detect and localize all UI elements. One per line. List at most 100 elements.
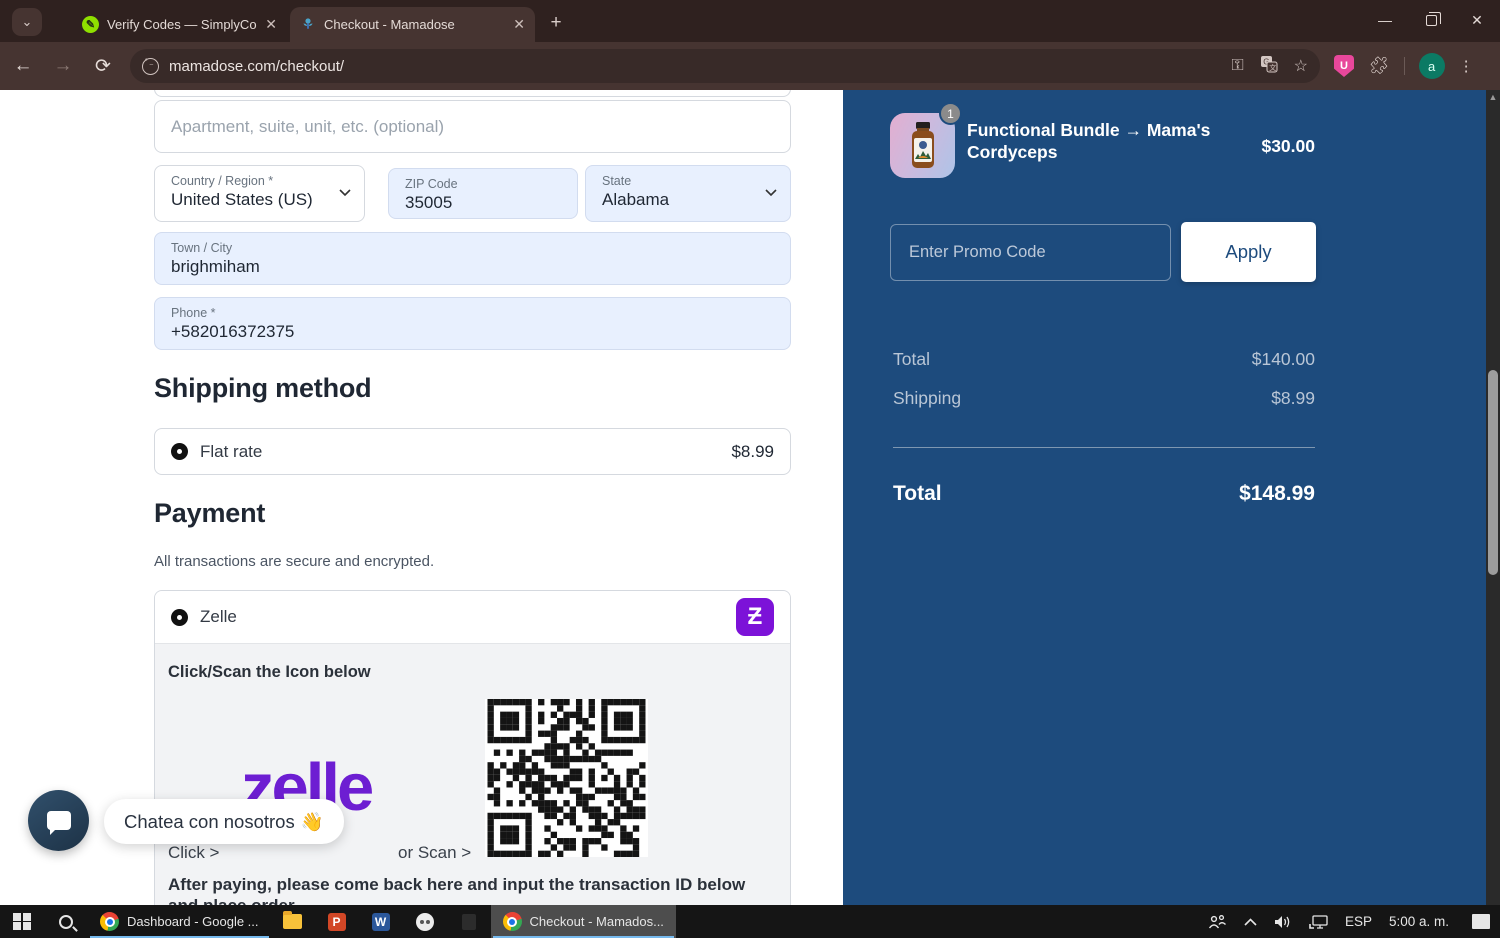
address-bar[interactable]: mamadose.com/checkout/ ⚿ G文 ☆: [130, 49, 1320, 83]
scrollbar-thumb[interactable]: [1488, 370, 1498, 575]
supplement-bottle-image: [911, 121, 934, 168]
shipping-total-value: $8.99: [1271, 388, 1315, 408]
flat-rate-option[interactable]: Flat rate $8.99: [154, 428, 791, 475]
chat-launcher-button[interactable]: [28, 790, 89, 851]
quantity-badge: 1: [939, 102, 962, 125]
people-icon[interactable]: [1208, 914, 1227, 929]
tab-title: Verify Codes — SimplyCodes: [107, 17, 257, 32]
country-select[interactable]: Country / Region * United States (US): [154, 165, 365, 222]
click-label: Click >: [168, 843, 220, 862]
secure-note: All transactions are secure and encrypte…: [154, 553, 435, 570]
action-center-icon[interactable]: [1472, 914, 1490, 929]
shipping-option-label: Flat rate: [200, 441, 263, 461]
page-scrollbar[interactable]: ▲: [1486, 90, 1500, 905]
city-field[interactable]: Town / City brighmiham: [154, 232, 791, 285]
chrome-icon: [502, 912, 522, 931]
subtotal-row: Total $140.00: [893, 349, 1315, 370]
app-dim-icon[interactable]: [447, 905, 491, 938]
zip-label: ZIP Code: [405, 177, 458, 191]
profile-avatar[interactable]: a: [1418, 53, 1445, 79]
tab-checkout[interactable]: Checkout - Mamadose ✕: [290, 7, 535, 42]
system-tray: ESP 5:00 a. m.: [1208, 905, 1500, 938]
zelle-logo-icon: Ƶ: [736, 598, 774, 636]
taskbar-chrome-dashboard[interactable]: Dashboard - Google ...: [88, 905, 271, 938]
restore-button[interactable]: [1408, 0, 1454, 40]
apartment-field[interactable]: [154, 100, 791, 153]
state-value: Alabama: [602, 190, 670, 209]
state-select[interactable]: State Alabama: [585, 165, 791, 222]
tab-search-button[interactable]: ⌄: [12, 8, 42, 36]
browser-menu-icon[interactable]: ⋮: [1459, 57, 1474, 75]
zelle-payment-box: Zelle Ƶ Click/Scan the Icon below zelle …: [154, 590, 791, 905]
svg-text:文: 文: [1269, 63, 1276, 72]
taskbar-search-icon[interactable]: [44, 905, 88, 938]
extensions-puzzle-icon[interactable]: 🧩︎: [1368, 56, 1390, 76]
chrome-icon: [100, 912, 119, 931]
order-summary-sidebar: 1 Functional Bundle → Mama's Cordyceps $…: [843, 90, 1486, 905]
totals-divider: [893, 447, 1315, 448]
task-title: Checkout - Mamados...: [529, 914, 664, 929]
toolbar-divider: [1403, 57, 1405, 75]
back-button[interactable]: ←: [6, 49, 40, 83]
new-tab-button[interactable]: +: [543, 10, 569, 36]
scrollbar-up-arrow[interactable]: ▲: [1486, 92, 1500, 104]
screen: ⌄ ✎ Verify Codes — SimplyCodes ✕ Checkou…: [0, 0, 1500, 938]
radio-selected-icon[interactable]: [171, 608, 188, 626]
country-label: Country / Region *: [171, 174, 274, 188]
tab-close-icon[interactable]: ✕: [513, 16, 525, 33]
chat-greeting-pill[interactable]: Chatea con nosotros 👋: [104, 799, 344, 844]
tab-close-icon[interactable]: ✕: [265, 16, 277, 33]
browser-tabstrip: ⌄ ✎ Verify Codes — SimplyCodes ✕ Checkou…: [0, 0, 1500, 42]
start-button[interactable]: [0, 905, 44, 938]
zelle-option[interactable]: Zelle Ƶ: [155, 591, 790, 644]
close-window-button[interactable]: ✕: [1454, 0, 1500, 40]
grand-total-value: $148.99: [1239, 482, 1315, 505]
checkout-form-panel: Country / Region * United States (US) ZI…: [0, 90, 843, 905]
radio-selected-icon[interactable]: [171, 443, 188, 460]
windows-taskbar: Dashboard - Google ... P W Checkout - Ma…: [0, 905, 1500, 938]
phone-value: +582016372375: [171, 322, 295, 341]
payment-heading: Payment: [154, 498, 266, 528]
taskbar-chrome-checkout[interactable]: Checkout - Mamados...: [490, 905, 676, 938]
shipping-method-heading: Shipping method: [154, 373, 372, 403]
app-circle-icon[interactable]: [403, 905, 447, 938]
waving-hand-icon: 👋: [300, 810, 324, 832]
forward-button[interactable]: →: [46, 49, 80, 83]
url-text[interactable]: mamadose.com/checkout/: [169, 58, 1231, 75]
subtotal-label: Total: [893, 349, 930, 369]
simplycodes-favicon: ✎: [82, 16, 99, 33]
zelle-qr-code[interactable]: [485, 699, 648, 857]
volume-icon[interactable]: [1274, 915, 1292, 929]
clock[interactable]: 5:00 a. m.: [1389, 914, 1449, 929]
ublock-shield-icon[interactable]: U: [1334, 55, 1354, 77]
chevron-down-icon: [339, 188, 351, 200]
minimize-button[interactable]: —: [1362, 0, 1408, 40]
powerpoint-icon[interactable]: P: [315, 905, 359, 938]
reload-button[interactable]: ⟳: [86, 49, 120, 83]
apartment-input[interactable]: [155, 101, 790, 152]
zip-value: 35005: [405, 193, 453, 212]
language-indicator[interactable]: ESP: [1345, 914, 1372, 929]
word-icon[interactable]: W: [359, 905, 403, 938]
file-explorer-icon[interactable]: [271, 905, 315, 938]
apply-promo-button[interactable]: Apply: [1181, 222, 1316, 282]
product-price: $30.00: [1261, 136, 1315, 156]
phone-label: Phone *: [171, 306, 216, 320]
phone-field[interactable]: Phone * +582016372375: [154, 297, 791, 350]
promo-code-input[interactable]: [890, 224, 1171, 281]
zelle-instruction-title: Click/Scan the Icon below: [168, 663, 371, 681]
bookmark-star-icon[interactable]: ☆: [1294, 56, 1308, 76]
zip-field[interactable]: ZIP Code 35005: [388, 168, 578, 219]
shipping-option-price: $8.99: [731, 441, 774, 461]
site-info-icon[interactable]: [142, 57, 159, 75]
password-key-icon[interactable]: ⚿: [1231, 57, 1243, 75]
tab-simplycodes[interactable]: ✎ Verify Codes — SimplyCodes ✕: [72, 7, 287, 42]
chat-bubble-icon: [46, 811, 71, 835]
tray-expand-chevron[interactable]: [1244, 917, 1257, 926]
browser-toolbar: ← → ⟳ mamadose.com/checkout/ ⚿ G文 ☆ U 🧩︎…: [0, 42, 1500, 90]
translate-icon[interactable]: G文: [1260, 55, 1278, 78]
network-icon[interactable]: [1309, 914, 1328, 929]
street-address-field-clipped[interactable]: [154, 90, 791, 97]
grand-total-label: Total: [893, 482, 942, 505]
after-payment-note: After paying, please come back here and …: [168, 875, 746, 905]
